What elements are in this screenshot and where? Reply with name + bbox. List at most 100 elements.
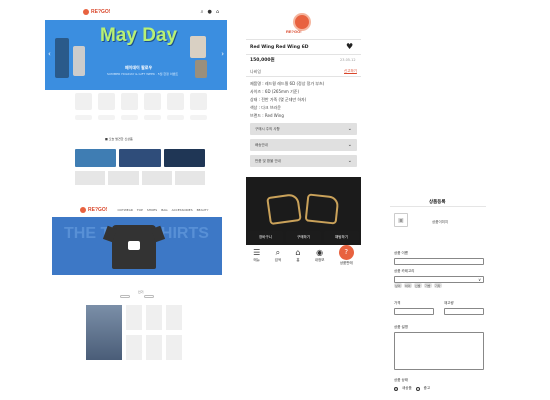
accordion-shipping[interactable]: 배송안내 ⌄ bbox=[250, 139, 357, 151]
nav-item[interactable]: SHOES bbox=[147, 208, 157, 212]
nav-item[interactable]: ACCESSORIES bbox=[172, 208, 193, 212]
description-label: 상품 설명 bbox=[394, 325, 408, 329]
stock-input[interactable] bbox=[444, 308, 484, 315]
product-card[interactable] bbox=[166, 305, 182, 330]
home-logo[interactable]: RE?GO! bbox=[83, 9, 110, 15]
home-icon[interactable]: ⌂ bbox=[216, 9, 219, 15]
report-link[interactable]: 신고하기 bbox=[344, 69, 357, 74]
category-item[interactable] bbox=[167, 93, 184, 110]
seller-name[interactable]: 나비잉 bbox=[250, 69, 261, 75]
header-icons: ⌕ ● ⌂ bbox=[201, 9, 219, 15]
category-label: 상품 카테고리 bbox=[394, 269, 415, 273]
radio-label: 새상품 bbox=[402, 386, 412, 390]
product-card[interactable] bbox=[108, 171, 139, 185]
mobile-home-screen: RE?GO! ⌕ ● ⌂ May Day 메이데이 팔로우 SUMMER HOL… bbox=[45, 5, 227, 190]
tab-label: 홈 bbox=[296, 258, 300, 262]
banner-headline: May Day bbox=[100, 25, 178, 46]
logo-text: RE?GO! bbox=[88, 207, 108, 213]
image-label: 상품이미지 bbox=[432, 220, 449, 224]
nav-item[interactable]: BEAUTY bbox=[197, 208, 209, 212]
category-chip[interactable]: 가방 bbox=[424, 283, 432, 288]
category-item[interactable] bbox=[144, 93, 161, 110]
product-detail-screen: RE?GO! Red Wing Red Wing 6D ♥ 150,000원 2… bbox=[246, 5, 361, 270]
section-tabs bbox=[120, 295, 154, 298]
user-icon[interactable]: ● bbox=[207, 9, 211, 15]
product-price: 150,000원 bbox=[250, 58, 275, 63]
chevron-down-icon: ∨ bbox=[478, 277, 481, 282]
product-grid bbox=[86, 305, 182, 360]
buy-button[interactable]: 구매하기 bbox=[286, 231, 321, 243]
chevron-left-icon[interactable]: ‹ bbox=[48, 50, 51, 58]
tab-pill[interactable] bbox=[120, 295, 130, 298]
product-card[interactable] bbox=[75, 171, 106, 185]
radio-new[interactable] bbox=[394, 386, 398, 391]
product-card[interactable] bbox=[146, 305, 162, 330]
price-input[interactable] bbox=[394, 308, 434, 315]
product-card[interactable] bbox=[166, 335, 182, 360]
featured-card[interactable] bbox=[75, 149, 117, 167]
accordion-label: 배송안내 bbox=[255, 142, 268, 147]
product-card[interactable] bbox=[126, 335, 142, 360]
category-item[interactable] bbox=[98, 93, 115, 110]
description-textarea[interactable] bbox=[394, 332, 484, 370]
accordion-label: 구매시 주의 사항 bbox=[255, 126, 280, 131]
image-upload-button[interactable]: ▣ bbox=[394, 213, 408, 227]
featured-strip bbox=[75, 149, 205, 167]
register-form-screen: 상품등록 ▣ 상품이미지 상품 이름 상품 카테고리 ∨ 상의 하의 신발 가방… bbox=[386, 195, 490, 395]
tab-pill[interactable] bbox=[144, 295, 154, 298]
boot-image bbox=[266, 192, 302, 226]
nav-item[interactable]: OUTWEAR bbox=[117, 208, 132, 212]
category-label bbox=[75, 115, 92, 120]
chat-button[interactable]: 채팅하기 bbox=[324, 231, 359, 243]
category-chip[interactable]: 신발 bbox=[414, 283, 422, 288]
radio-used[interactable] bbox=[415, 386, 420, 391]
category-select[interactable]: ∨ bbox=[394, 276, 484, 283]
home-icon: ⌂ bbox=[295, 248, 301, 257]
accordion-refund[interactable]: 반품 및 환불 안내 ⌄ bbox=[250, 155, 357, 167]
desktop-banner[interactable]: THE TEE T-SHIRTS bbox=[52, 217, 222, 275]
product-card[interactable] bbox=[126, 305, 142, 330]
section-label: 인기 bbox=[138, 290, 144, 294]
banner-caption: SUMMER HOLIDAY & GIFT WEEK · 5월 한정 이벤트 bbox=[107, 72, 179, 76]
bottom-tabbar: ☰ 메뉴 ⌕ 검색 ⌂ 홈 ◉ 내정보 ? 상품판매 bbox=[246, 245, 361, 269]
tab-search[interactable]: ⌕ 검색 bbox=[275, 248, 281, 263]
chevron-right-icon[interactable]: › bbox=[221, 50, 224, 58]
category-chip[interactable]: 하의 bbox=[404, 283, 412, 288]
tab-label: 내정보 bbox=[314, 258, 325, 262]
category-label-row bbox=[75, 115, 207, 120]
category-item[interactable] bbox=[75, 93, 92, 110]
tab-home[interactable]: ⌂ 홈 bbox=[295, 248, 300, 263]
chevron-down-icon: ⌄ bbox=[347, 126, 352, 132]
tab-label: 상품판매 bbox=[339, 261, 353, 265]
model-photo[interactable] bbox=[86, 305, 122, 360]
product-card[interactable] bbox=[146, 335, 162, 360]
featured-card[interactable] bbox=[119, 149, 161, 167]
category-label bbox=[167, 115, 184, 120]
model-figure bbox=[55, 38, 69, 78]
tab-profile[interactable]: ◉ 내정보 bbox=[315, 248, 325, 263]
category-chip[interactable]: 기타 bbox=[434, 283, 442, 288]
boot-image bbox=[304, 193, 340, 225]
nav-item[interactable]: TOP bbox=[137, 208, 143, 212]
heart-icon[interactable]: ♥ bbox=[346, 43, 353, 51]
cart-button[interactable]: 장바구니 bbox=[248, 231, 283, 243]
category-chip[interactable]: 상의 bbox=[394, 283, 402, 288]
search-icon: ⌕ bbox=[275, 248, 281, 257]
category-item[interactable] bbox=[190, 93, 207, 110]
promo-banner[interactable]: May Day 메이데이 팔로우 SUMMER HOLIDAY & GIFT W… bbox=[45, 20, 227, 90]
tab-sell[interactable]: ? 상품판매 bbox=[338, 245, 354, 266]
product-card[interactable] bbox=[141, 171, 172, 185]
name-input[interactable] bbox=[394, 258, 484, 265]
status-label: 상품 상태 bbox=[394, 378, 408, 382]
category-item[interactable] bbox=[121, 93, 138, 110]
desktop-logo[interactable]: RE?GO! bbox=[80, 207, 107, 213]
accordion-caution[interactable]: 구매시 주의 사항 ⌄ bbox=[250, 123, 357, 135]
status-radio-group: 새상품 중고 bbox=[394, 386, 430, 391]
tab-label: 검색 bbox=[274, 258, 282, 262]
featured-card[interactable] bbox=[163, 149, 205, 167]
tab-menu[interactable]: ☰ 메뉴 bbox=[253, 248, 260, 263]
bag-figure bbox=[190, 36, 206, 58]
product-card[interactable] bbox=[174, 171, 205, 185]
nav-item[interactable]: BAG bbox=[161, 208, 167, 212]
search-icon[interactable]: ⌕ bbox=[201, 9, 204, 15]
